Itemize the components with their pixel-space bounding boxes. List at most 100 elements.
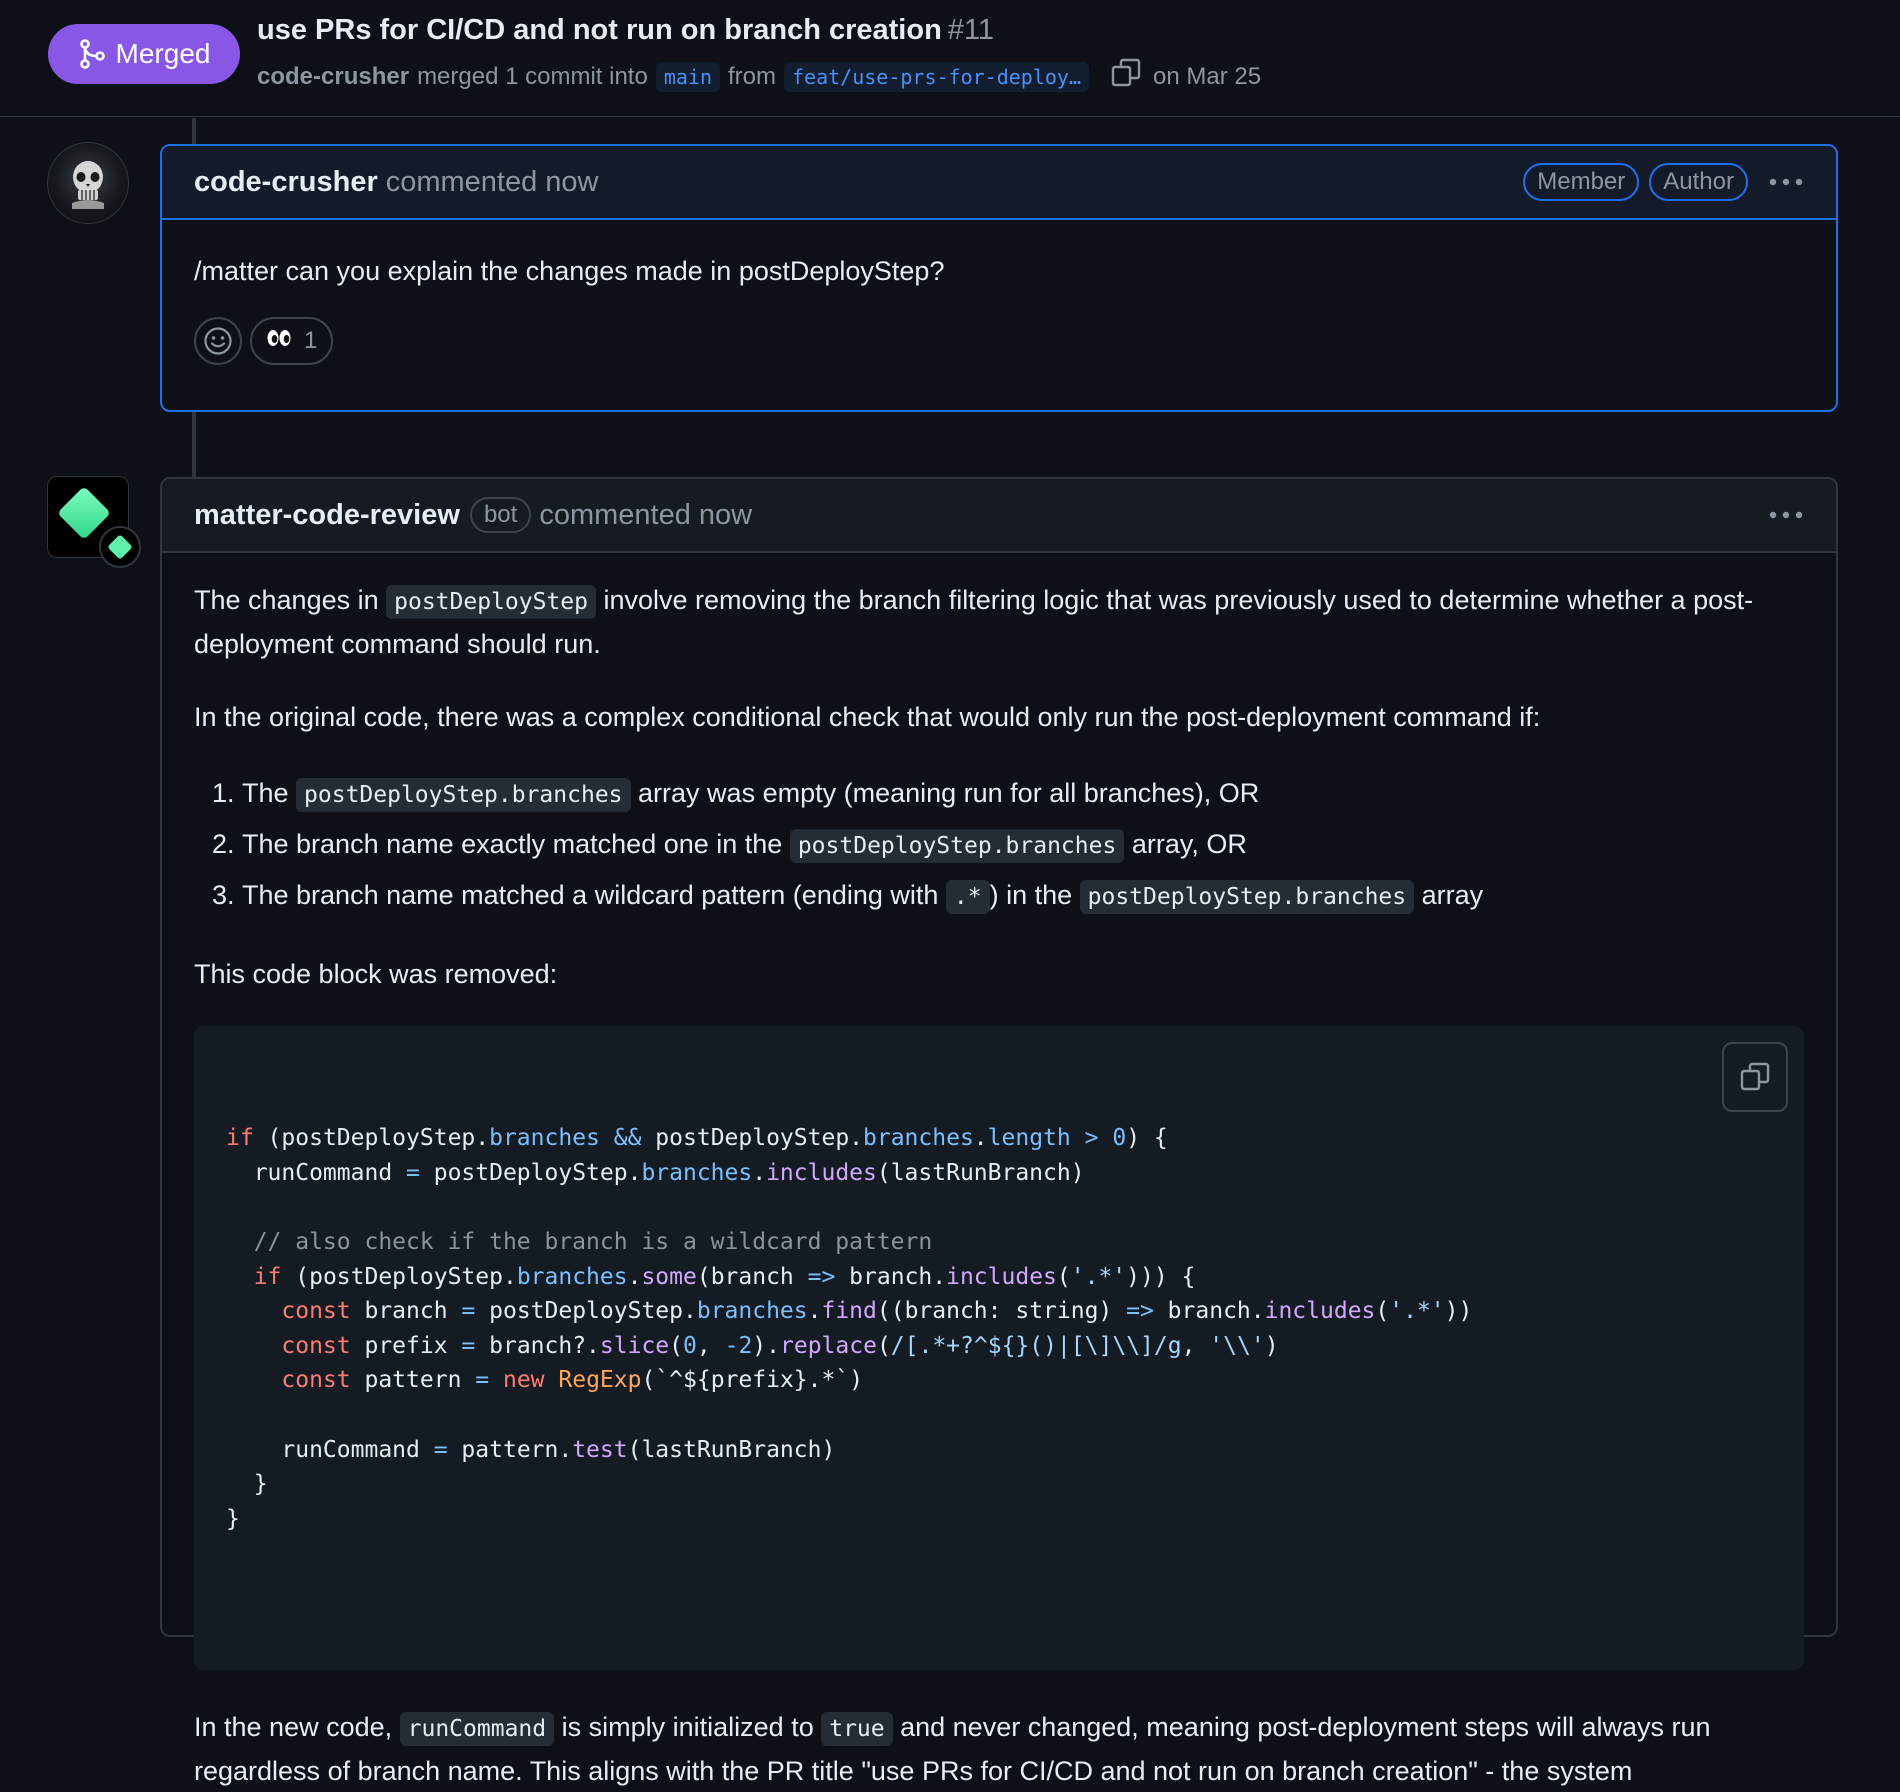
timeline-line [192, 412, 196, 478]
code-token: , [1181, 1332, 1210, 1359]
list-item: The postDeployStep.branches array was em… [242, 769, 1804, 820]
conditions-list: The postDeployStep.branches array was em… [194, 769, 1804, 922]
head-branch-link[interactable]: feat/use-prs-for-deploy… [784, 61, 1089, 92]
smiley-icon [204, 327, 232, 355]
code-line: } [226, 1467, 1772, 1502]
code-token: (postDeployStep. [253, 1125, 490, 1152]
reactions-bar: 1 [194, 317, 1804, 365]
code-token: prefix [350, 1332, 462, 1359]
code-token: runCommand [226, 1159, 407, 1186]
code-token: . [973, 1125, 988, 1152]
avatar[interactable] [47, 476, 141, 568]
code-token: ) [1264, 1332, 1279, 1359]
code-token: postDeployStep. [419, 1159, 642, 1186]
code-line: const pattern = new RegExp(`^${prefix}.*… [226, 1363, 1772, 1398]
kebab-icon[interactable] [1768, 497, 1804, 533]
avatar[interactable] [47, 142, 129, 224]
inline-code: true [821, 1712, 893, 1747]
code-line: if (postDeployStep.branches.some(branch … [226, 1260, 1772, 1295]
code-token: '.*' [1070, 1263, 1127, 1290]
code-token: => [807, 1263, 836, 1290]
pr-number: #11 [947, 14, 995, 46]
paragraph: In the original code, there was a comple… [194, 702, 1541, 732]
eyes-emoji [267, 330, 291, 346]
eyes-icon [266, 327, 292, 355]
code-token: ) { [1126, 1125, 1168, 1152]
code-token: && [613, 1125, 642, 1152]
code-token: const [281, 1298, 351, 1325]
text: The [242, 778, 297, 808]
member-label: Member [1523, 163, 1640, 201]
code-token: branch. [835, 1263, 947, 1290]
code-token: 0 [683, 1332, 697, 1359]
code-token: pattern [350, 1367, 476, 1394]
code-block: if (postDeployStep.branches && postDeplo… [194, 1026, 1804, 1671]
text: array [1414, 880, 1484, 910]
comment-author-link[interactable]: code-crusher [194, 166, 378, 199]
code-token: ). [752, 1332, 780, 1359]
comment-timestamp[interactable]: commented now [539, 499, 752, 532]
code-token: includes [946, 1263, 1057, 1290]
paragraph: This code block was removed: [194, 959, 558, 989]
base-branch-link[interactable]: main [655, 61, 720, 92]
code-token: new [502, 1367, 545, 1394]
text: array was empty (meaning run for all bra… [630, 778, 1260, 808]
comment-body: The changes in postDeployStep involve re… [162, 553, 1836, 1792]
code-token: = [475, 1367, 490, 1394]
code-token: '\\' [1209, 1332, 1265, 1359]
code-token: 2 [738, 1332, 753, 1359]
code-token: replace [780, 1332, 877, 1359]
text: The branch name matched a wildcard patte… [242, 880, 946, 910]
code-token: ( [669, 1332, 684, 1359]
copy-icon[interactable] [1111, 58, 1141, 95]
code-token: postDeployStep. [475, 1298, 697, 1325]
code-token: ( [1056, 1263, 1071, 1290]
code-token: > [1084, 1125, 1099, 1152]
code-token: - [724, 1332, 739, 1359]
pr-title-text: use PRs for CI/CD and not run on branch … [257, 14, 942, 46]
code-line: runCommand = pattern.test(lastRunBranch) [226, 1433, 1772, 1468]
merged-status-badge: Merged [48, 24, 240, 84]
paragraph: In the new code, runCommand is simply in… [194, 1706, 1804, 1792]
eyes-reaction-button[interactable]: 1 [250, 317, 334, 365]
reaction-count: 1 [304, 327, 318, 354]
code-token: includes [766, 1159, 877, 1186]
code-token: (lastRunBranch) [876, 1159, 1085, 1186]
code-token: branches [516, 1263, 628, 1290]
merged-label: Merged [115, 38, 211, 69]
comment-header: code-crusher commented now Member Author [162, 146, 1836, 220]
pr-meta: code-crusher merged 1 commit into main f… [257, 58, 1261, 95]
add-reaction-button[interactable] [194, 317, 242, 365]
code-line: } [226, 1502, 1772, 1537]
comment-header: matter-code-review bot commented now [162, 479, 1836, 553]
code-token: length [987, 1125, 1071, 1152]
code-line: runCommand = postDeployStep.branches.inc… [226, 1156, 1772, 1191]
copy-icon [1740, 1062, 1770, 1091]
code-token: , [696, 1332, 725, 1359]
code-token: if [253, 1263, 282, 1290]
code-token: test [572, 1436, 628, 1463]
code-token: } [226, 1471, 268, 1498]
code-lines: if (postDeployStep.branches && postDeplo… [226, 1121, 1772, 1536]
comment-author-link[interactable]: matter-code-review [194, 499, 460, 532]
code-token: some [641, 1263, 697, 1290]
code-token: find [821, 1298, 877, 1325]
copy-code-button[interactable] [1722, 1042, 1788, 1112]
merge-date: on Mar 25 [1152, 62, 1262, 90]
bot-label: bot [469, 497, 532, 533]
pr-author-link[interactable]: code-crusher [257, 63, 409, 91]
code-token: // also check if the branch is a wildcar… [226, 1228, 933, 1255]
code-token: => [1126, 1298, 1154, 1325]
inline-code: postDeployStep.branches [789, 829, 1125, 863]
code-token: = [433, 1436, 448, 1463]
code-token: } [226, 1505, 240, 1532]
code-token: . [807, 1298, 822, 1325]
kebab-icon[interactable] [1768, 164, 1804, 200]
comment-timestamp[interactable]: commented now [386, 166, 599, 199]
